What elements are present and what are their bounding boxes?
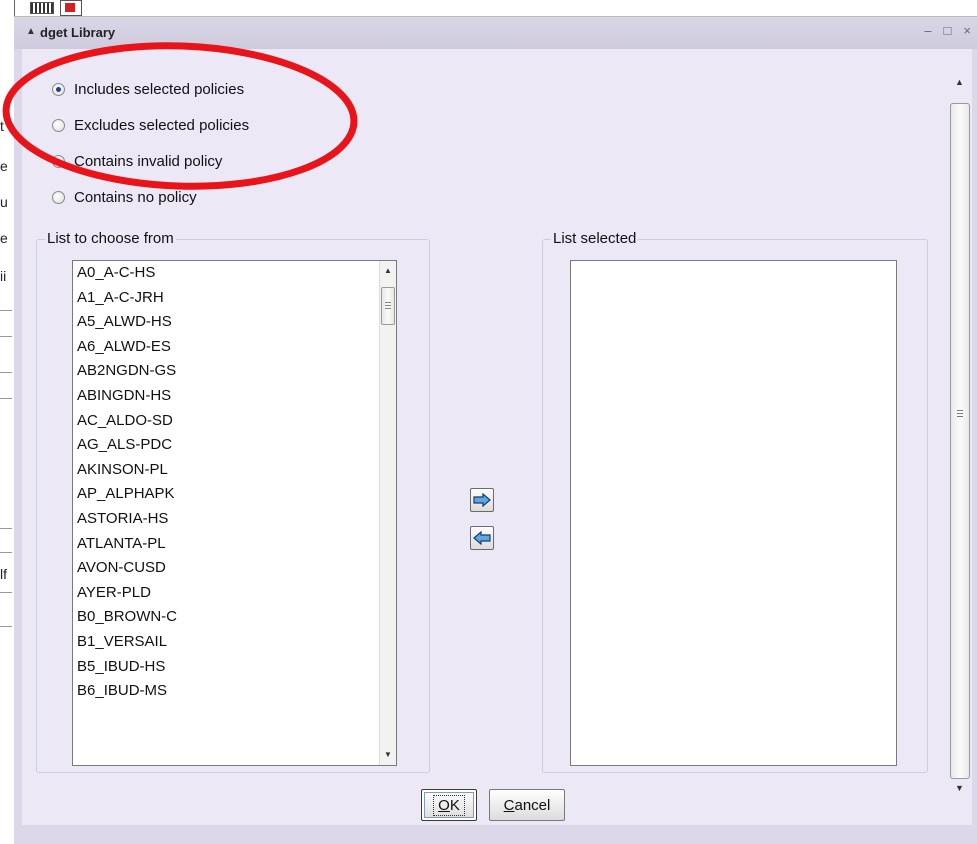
background-divider xyxy=(0,626,12,627)
arrow-left-icon xyxy=(473,531,491,545)
scroll-up-arrow-icon[interactable]: ▲ xyxy=(380,263,396,279)
background-divider xyxy=(0,552,12,553)
collapse-caret-icon[interactable]: ▲ xyxy=(26,26,36,37)
background-divider xyxy=(0,398,12,399)
background-text: u xyxy=(0,194,8,210)
list-item[interactable]: AYER-PLD xyxy=(73,581,396,606)
scroll-down-arrow-icon[interactable]: ▼ xyxy=(955,783,964,793)
list-item[interactable]: AB2NGDN-GS xyxy=(73,359,396,384)
radio-label: Excludes selected policies xyxy=(74,117,250,134)
list-choose-group: List to choose from A0_A-C-HS A1_A-C-JRH A… xyxy=(36,230,430,773)
widget-library-dialog: ▲ dget Library – □ × Includes selected p… xyxy=(14,16,977,844)
list-item[interactable]: ASTORIA-HS xyxy=(73,507,396,532)
list-item[interactable]: A5_ALWD-HS xyxy=(73,310,396,335)
list-item[interactable]: AC_ALDO-SD xyxy=(73,409,396,434)
cancel-label: Cancel xyxy=(503,796,551,814)
ok-label: OK xyxy=(433,794,465,816)
window-title: dget Library xyxy=(40,25,116,40)
list-item[interactable]: A0_A-C-HS xyxy=(73,261,396,286)
scroll-up-arrow-icon[interactable]: ▲ xyxy=(955,77,964,87)
toolbar-red-icon[interactable] xyxy=(60,0,82,16)
background-text: t xyxy=(0,118,4,134)
list-choose-scrollbar[interactable]: ▲ ▼ xyxy=(379,261,396,765)
list-item[interactable]: AVON-CUSD xyxy=(73,556,396,581)
close-button[interactable]: × xyxy=(963,23,971,38)
add-to-selected-button[interactable] xyxy=(470,488,494,512)
scroll-down-arrow-icon[interactable]: ▼ xyxy=(380,747,396,763)
list-choose-label: List to choose from xyxy=(45,230,176,247)
ok-button[interactable]: OK xyxy=(421,789,477,821)
radio-excludes-selected[interactable]: Excludes selected policies xyxy=(52,117,249,134)
list-selected-listbox[interactable] xyxy=(570,260,897,766)
list-item[interactable]: A1_A-C-JRH xyxy=(73,286,396,311)
list-choose-items: A0_A-C-HS A1_A-C-JRH A5_ALWD-HS A6_ALWD-ES A… xyxy=(73,261,396,704)
list-item[interactable]: A6_ALWD-ES xyxy=(73,335,396,360)
background-divider xyxy=(0,592,12,593)
dialog-scrollbar[interactable]: ▲ ▼ xyxy=(949,69,971,797)
background-divider xyxy=(0,310,12,311)
radio-includes-selected[interactable]: Includes selected policies xyxy=(52,81,244,98)
list-item[interactable]: AP_ALPHAPK xyxy=(73,482,396,507)
dialog-content: Includes selected policies Excludes sele… xyxy=(22,49,972,825)
list-item[interactable]: B5_IBUD-HS xyxy=(73,655,396,680)
background-app-edge: t e u e ii lf xyxy=(0,0,15,844)
list-item[interactable]: B6_IBUD-MS xyxy=(73,679,396,704)
list-selected-label: List selected xyxy=(551,230,639,247)
background-divider xyxy=(0,372,12,373)
radio-contains-no-policy[interactable]: Contains no policy xyxy=(52,189,197,206)
minimize-button[interactable]: – xyxy=(924,23,931,38)
list-item[interactable]: ATLANTA-PL xyxy=(73,532,396,557)
radio-button[interactable] xyxy=(52,83,65,96)
arrow-right-icon xyxy=(473,493,491,507)
radio-label: Contains no policy xyxy=(74,189,197,206)
background-text: e xyxy=(0,158,8,174)
list-item[interactable]: B1_VERSAIL xyxy=(73,630,396,655)
toolbar-grid-icon[interactable] xyxy=(30,2,54,14)
background-text: lf xyxy=(0,566,7,582)
maximize-button[interactable]: □ xyxy=(944,23,952,38)
background-toolbar xyxy=(30,0,82,16)
list-choose-listbox[interactable]: A0_A-C-HS A1_A-C-JRH A5_ALWD-HS A6_ALWD-ES A… xyxy=(72,260,397,766)
list-selected-group: List selected xyxy=(542,230,928,773)
list-item[interactable]: AG_ALS-PDC xyxy=(73,433,396,458)
list-item[interactable]: AKINSON-PL xyxy=(73,458,396,483)
background-divider xyxy=(0,336,12,337)
background-text: e xyxy=(0,230,8,246)
radio-button[interactable] xyxy=(52,119,65,132)
radio-button[interactable] xyxy=(52,191,65,204)
list-item[interactable]: ABINGDN-HS xyxy=(73,384,396,409)
cancel-button[interactable]: Cancel xyxy=(489,789,565,821)
radio-contains-invalid[interactable]: Contains invalid policy xyxy=(52,153,222,170)
radio-label: Contains invalid policy xyxy=(74,153,223,170)
remove-from-selected-button[interactable] xyxy=(470,526,494,550)
title-bar[interactable]: ▲ dget Library – □ × xyxy=(14,17,977,49)
background-text: ii xyxy=(0,268,7,284)
dialog-scroll-thumb[interactable] xyxy=(950,103,970,779)
background-divider xyxy=(0,528,12,529)
scroll-thumb[interactable] xyxy=(381,287,395,325)
radio-button[interactable] xyxy=(52,155,65,168)
list-item[interactable]: B0_BROWN-C xyxy=(73,605,396,630)
radio-label: Includes selected policies xyxy=(74,81,245,98)
